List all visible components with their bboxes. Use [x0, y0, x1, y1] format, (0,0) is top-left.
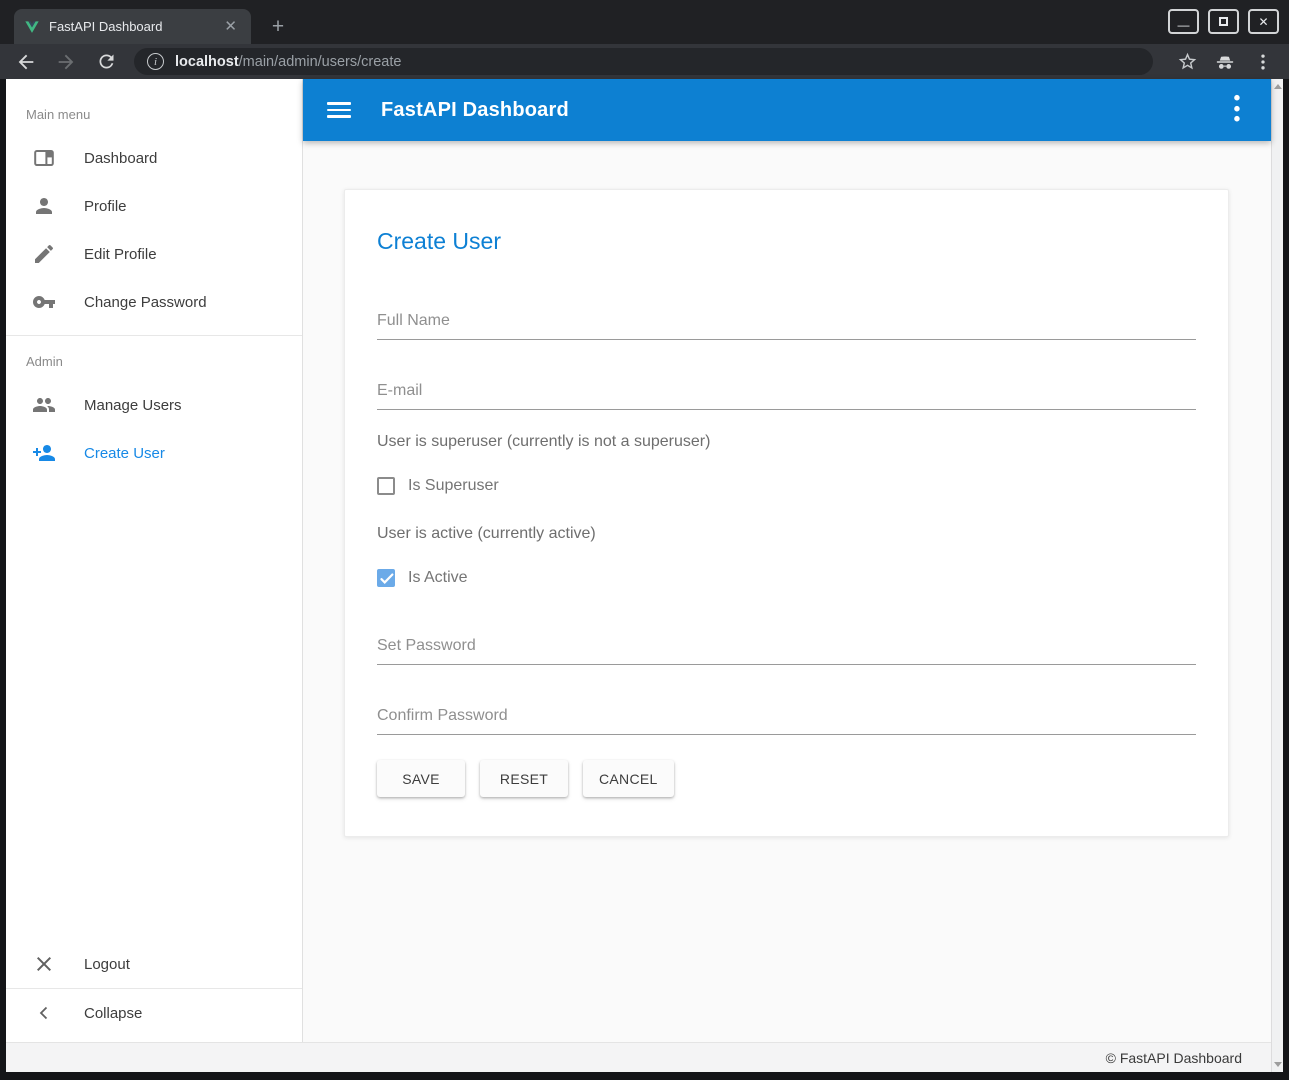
- edit-icon: [32, 242, 56, 266]
- minimize-button[interactable]: —: [1168, 9, 1199, 34]
- sidebar-item-dashboard[interactable]: Dashboard: [6, 134, 302, 182]
- set-password-input[interactable]: [377, 637, 1196, 665]
- sidebar-item-label: Logout: [84, 956, 130, 973]
- sidebar-item-change-password[interactable]: Change Password: [6, 278, 302, 326]
- cancel-button[interactable]: CANCEL: [583, 760, 674, 797]
- sidebar-item-label: Collapse: [84, 1005, 142, 1022]
- sidebar-item-profile[interactable]: Profile: [6, 182, 302, 230]
- url-text: localhost/main/admin/users/create: [175, 54, 401, 70]
- superuser-hint: User is superuser (currently is not a su…: [377, 433, 1196, 451]
- window-close-button[interactable]: ✕: [1248, 9, 1279, 34]
- sidebar-item-logout[interactable]: Logout: [6, 940, 302, 988]
- active-checkbox-label: Is Active: [408, 569, 468, 587]
- sidebar-item-label: Profile: [84, 198, 127, 215]
- appbar-title: FastAPI Dashboard: [381, 99, 569, 122]
- sidebar-item-label: Edit Profile: [84, 246, 157, 263]
- active-checkbox[interactable]: [377, 569, 395, 587]
- window-controls: — ✕: [1168, 9, 1279, 34]
- full-name-input[interactable]: [377, 312, 1196, 340]
- close-icon: [32, 952, 56, 976]
- check-icon: [380, 573, 394, 585]
- sidebar-item-edit-profile[interactable]: Edit Profile: [6, 230, 302, 278]
- incognito-icon: [1213, 50, 1237, 74]
- sidebar-section-main-menu: Main menu: [6, 79, 302, 134]
- superuser-checkbox-label: Is Superuser: [408, 477, 499, 495]
- active-hint: User is active (currently active): [377, 525, 1196, 543]
- sidebar-item-collapse[interactable]: Collapse: [6, 989, 302, 1037]
- maximize-button[interactable]: [1208, 9, 1239, 34]
- menu-icon[interactable]: [327, 102, 351, 118]
- page-footer: © FastAPI Dashboard: [6, 1042, 1271, 1072]
- appbar-kebab-icon[interactable]: •••: [1227, 94, 1247, 125]
- vue-logo-icon: [24, 19, 40, 35]
- sidebar-item-create-user[interactable]: Create User: [6, 429, 302, 477]
- page-scrollbar[interactable]: [1271, 79, 1283, 1072]
- tab-title: FastAPI Dashboard: [49, 19, 220, 34]
- person-icon: [32, 194, 56, 218]
- full-name-field-wrap: [377, 312, 1196, 340]
- scrollbar-up-icon[interactable]: [1274, 84, 1282, 89]
- sidebar: Main menu Dashboard Profile: [6, 79, 303, 1042]
- reload-icon[interactable]: [94, 50, 118, 74]
- browser-window: FastAPI Dashboard ✕ + — ✕ i localhost/ma…: [0, 0, 1289, 1080]
- set-password-field-wrap: [377, 637, 1196, 665]
- appbar: FastAPI Dashboard •••: [303, 79, 1271, 141]
- page-title: Create User: [377, 228, 1196, 255]
- active-checkbox-row[interactable]: Is Active: [377, 569, 1196, 587]
- back-icon[interactable]: [14, 50, 38, 74]
- save-button[interactable]: SAVE: [377, 760, 465, 797]
- info-icon[interactable]: i: [147, 53, 164, 70]
- bookmark-star-icon[interactable]: [1175, 50, 1199, 74]
- create-user-card: Create User User is superuser (currently…: [344, 189, 1229, 837]
- browser-menu-icon[interactable]: [1251, 50, 1275, 74]
- main-content: FastAPI Dashboard ••• Create User User i…: [303, 79, 1271, 1042]
- reset-button[interactable]: RESET: [480, 760, 568, 797]
- confirm-password-input[interactable]: [377, 707, 1196, 735]
- sidebar-item-label: Manage Users: [84, 397, 182, 414]
- page: Main menu Dashboard Profile: [6, 79, 1283, 1072]
- key-icon: [32, 290, 56, 314]
- sidebar-item-label: Create User: [84, 445, 165, 462]
- person-add-icon: [32, 441, 56, 465]
- sidebar-item-label: Change Password: [84, 294, 207, 311]
- sidebar-item-manage-users[interactable]: Manage Users: [6, 381, 302, 429]
- forward-icon[interactable]: [54, 50, 78, 74]
- footer-copyright: © FastAPI Dashboard: [1106, 1050, 1242, 1066]
- sidebar-section-admin: Admin: [6, 336, 302, 381]
- browser-tab[interactable]: FastAPI Dashboard ✕: [14, 9, 251, 44]
- sidebar-item-label: Dashboard: [84, 150, 157, 167]
- chevron-left-icon: [32, 1001, 56, 1025]
- scrollbar-down-icon[interactable]: [1274, 1062, 1282, 1067]
- dashboard-icon: [32, 146, 56, 170]
- sidebar-bottom: Logout Collapse: [6, 940, 302, 1042]
- superuser-checkbox-row[interactable]: Is Superuser: [377, 477, 1196, 495]
- email-input[interactable]: [377, 382, 1196, 410]
- people-icon: [32, 393, 56, 417]
- browser-toolbar: i localhost/main/admin/users/create: [0, 44, 1289, 79]
- new-tab-button[interactable]: +: [264, 13, 292, 41]
- confirm-password-field-wrap: [377, 707, 1196, 735]
- browser-titlebar: FastAPI Dashboard ✕ + — ✕: [0, 0, 1289, 44]
- email-field-wrap: [377, 382, 1196, 410]
- address-bar[interactable]: i localhost/main/admin/users/create: [134, 48, 1153, 75]
- tab-close-icon[interactable]: ✕: [220, 17, 241, 36]
- form-actions: SAVE RESET CANCEL: [377, 760, 1196, 797]
- superuser-checkbox[interactable]: [377, 477, 395, 495]
